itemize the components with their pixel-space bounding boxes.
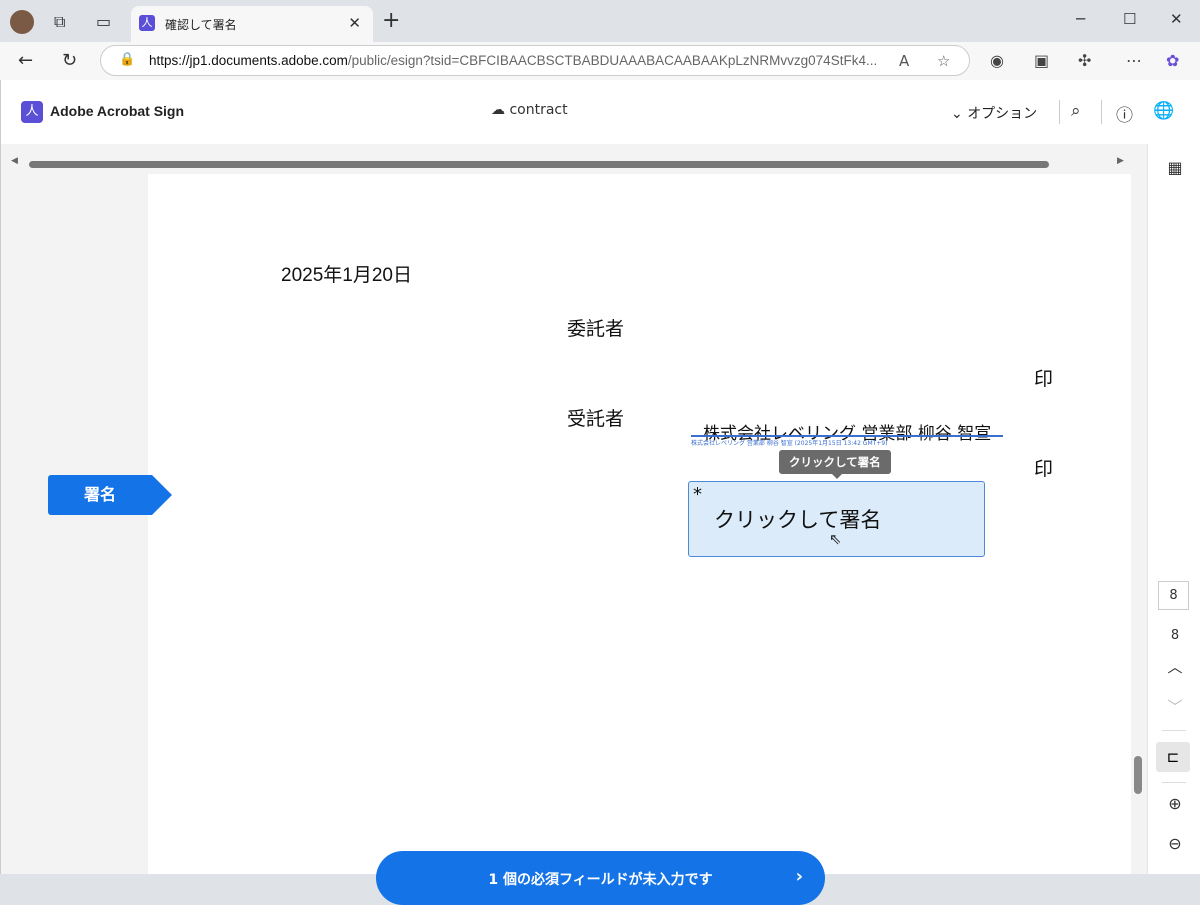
- sign-tooltip: クリックして署名: [779, 450, 891, 479]
- app-header: 人 Adobe Acrobat Sign ☁ contract ⌄ オプション …: [1, 80, 1200, 144]
- address-bar-row: ← ↻ 🔒 https://jp1.documents.adobe.com/pu…: [0, 42, 1200, 80]
- previous-page-icon[interactable]: ︿: [1148, 656, 1200, 677]
- acrobat-sign-app: 人 Adobe Acrobat Sign ☁ contract ⌄ オプション …: [0, 80, 1200, 905]
- browser-tab-bar: ⧉ ▭ 人 確認して署名 ✕ + ─ ☐ ✕: [0, 0, 1200, 42]
- horizontal-scrollbar[interactable]: ◀ ▶: [11, 156, 1129, 170]
- thumbnails-grid-icon[interactable]: ▦: [1148, 158, 1200, 177]
- search-icon[interactable]: ⌕: [1071, 101, 1081, 121]
- acrobat-favicon-icon: 人: [139, 15, 155, 31]
- consignor-label: 委託者: [567, 319, 625, 340]
- seal-mark: 印: [1034, 369, 1054, 390]
- url-field[interactable]: 🔒 https://jp1.documents.adobe.com/public…: [100, 45, 970, 76]
- scroll-right-icon[interactable]: ▶: [1117, 156, 1124, 166]
- wallet-icon[interactable]: ▣: [1034, 51, 1049, 70]
- required-fields-button[interactable]: 1 個の必須フィールドが未入力です ›: [376, 851, 825, 905]
- zoom-out-icon[interactable]: ⊖: [1148, 834, 1200, 853]
- copilot-icon[interactable]: ✿: [1166, 51, 1179, 70]
- sign-navigation-tag[interactable]: 署名: [48, 475, 172, 515]
- horizontal-scroll-thumb[interactable]: [29, 161, 1049, 168]
- back-icon[interactable]: ←: [18, 50, 33, 71]
- zoom-in-icon[interactable]: ⊕: [1148, 794, 1200, 813]
- cloud-icon: ☁: [491, 102, 505, 118]
- tab-title: 確認して署名: [165, 18, 237, 32]
- vertical-scroll-thumb[interactable]: [1134, 756, 1142, 794]
- signature-meta: 株式会社レベリング 営業部 柳谷 智宣 (2025年1月15日 13:42 GM…: [691, 440, 888, 447]
- divider: [1162, 730, 1186, 731]
- maximize-icon[interactable]: ☐: [1123, 10, 1136, 28]
- page-number-input[interactable]: 8: [1158, 581, 1189, 610]
- profile-avatar[interactable]: [10, 10, 34, 34]
- divider: [1162, 782, 1186, 783]
- extension-icon[interactable]: ◉: [990, 51, 1004, 70]
- mouse-cursor-icon: ⇖: [829, 530, 842, 548]
- refresh-icon[interactable]: ↻: [62, 50, 77, 71]
- contract-date: 2025年1月20日: [281, 265, 412, 286]
- next-page-icon[interactable]: ﹀: [1148, 696, 1200, 717]
- fit-page-icon[interactable]: ⊏: [1156, 742, 1190, 772]
- document-viewer: ◀ ▶ 2025年1月20日 委託者 株式会社レベリング 営業部 柳谷 智宣 株…: [1, 144, 1147, 905]
- document-name: ☁ contract: [491, 102, 568, 118]
- minimize-icon[interactable]: ─: [1076, 10, 1085, 28]
- cta-label: 1 個の必須フィールドが未入力です: [488, 872, 713, 888]
- signature-field-label: クリックして署名: [714, 508, 882, 532]
- required-marker: *: [693, 484, 702, 505]
- read-aloud-icon[interactable]: A: [899, 52, 909, 70]
- tab-actions-icon[interactable]: ▭: [96, 12, 111, 31]
- acrobat-logo-icon: 人: [21, 101, 43, 123]
- url-text: https://jp1.documents.adobe.com/public/e…: [149, 53, 878, 68]
- scroll-left-icon[interactable]: ◀: [11, 156, 18, 166]
- tab-close-icon[interactable]: ✕: [348, 14, 361, 32]
- signature-line: [691, 435, 1003, 437]
- window-close-icon[interactable]: ✕: [1170, 10, 1183, 28]
- browser-tab-active[interactable]: 人 確認して署名 ✕: [131, 6, 373, 42]
- options-menu[interactable]: ⌄ オプション: [951, 103, 1037, 123]
- new-tab-button[interactable]: +: [382, 8, 400, 33]
- consignee-label: 受託者: [567, 409, 625, 430]
- signature-field[interactable]: * クリックして署名 ⇖: [688, 481, 985, 557]
- seal-mark: 印: [1034, 459, 1054, 480]
- help-icon[interactable]: ⓘ: [1116, 101, 1133, 126]
- right-tool-rail: ▦ 8 8 ︿ ﹀ ⊏ ⊕ ⊖: [1147, 144, 1200, 874]
- extensions-puzzle-icon[interactable]: ✣: [1078, 51, 1091, 70]
- total-pages: 8: [1170, 628, 1180, 643]
- chevron-right-icon: ›: [795, 866, 803, 887]
- globe-icon[interactable]: 🌐: [1153, 101, 1174, 121]
- divider: [1101, 100, 1102, 124]
- divider: [1059, 100, 1060, 124]
- lock-icon[interactable]: 🔒: [119, 52, 135, 67]
- favorite-star-icon[interactable]: ☆: [937, 52, 950, 70]
- brand-name: Adobe Acrobat Sign: [50, 103, 185, 119]
- more-menu-icon[interactable]: ⋯: [1126, 51, 1142, 70]
- collections-icon[interactable]: ⧉: [54, 12, 65, 32]
